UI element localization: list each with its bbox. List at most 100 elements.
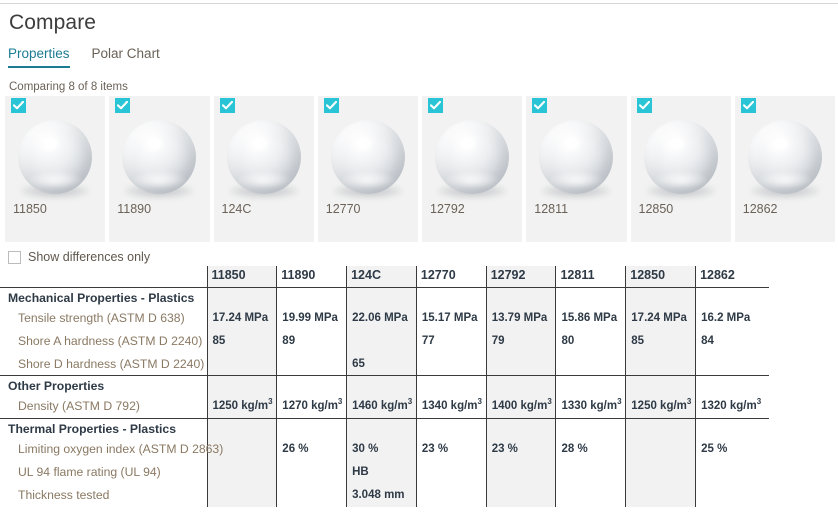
table-right-edge	[765, 330, 769, 353]
card-checkbox-checked[interactable]	[740, 98, 756, 113]
property-value	[625, 483, 696, 507]
group-spacer-cell	[206, 375, 277, 395]
group-spacer-cell	[415, 286, 487, 307]
checkmark-icon	[638, 101, 650, 110]
show-differences-only-checkbox[interactable]	[8, 251, 21, 264]
table-right-edge	[765, 417, 770, 438]
compare-card[interactable]: 11890	[109, 96, 210, 242]
compare-card[interactable]: 12862	[734, 96, 835, 242]
property-value	[415, 460, 487, 484]
compare-card[interactable]: 12792	[422, 96, 523, 242]
property-value	[276, 460, 347, 484]
group-spacer-cell	[276, 286, 347, 307]
compare-card[interactable]: 11850	[5, 96, 106, 242]
group-spacer-cell	[625, 417, 696, 438]
property-value: 1400 kg/m3	[485, 395, 556, 418]
property-value: 1320 kg/m3	[695, 395, 766, 418]
property-value	[485, 483, 556, 507]
property-value: 1340 kg/m3	[415, 395, 487, 418]
property-value: 19.99 MPa	[276, 306, 347, 330]
property-name: UL 94 flame rating (UL 94)	[18, 464, 161, 479]
property-name: Shore D hardness (ASTM D 2240)	[18, 356, 205, 371]
property-name: Limiting oxygen index (ASTM D 2863)	[18, 441, 224, 456]
group-spacer-cell	[276, 375, 347, 395]
property-value: 84	[695, 329, 766, 353]
property-value: 23 %	[485, 437, 556, 461]
material-sphere-image	[526, 112, 626, 202]
group-spacer-cell	[485, 286, 556, 307]
checkmark-icon	[13, 101, 24, 110]
table-right-edge	[765, 395, 769, 418]
card-checkbox-checked[interactable]	[115, 98, 131, 113]
card-checkbox-checked[interactable]	[532, 98, 548, 113]
unit-superscript: 3	[756, 397, 762, 407]
property-value	[485, 352, 556, 376]
group-spacer-cell	[555, 286, 626, 307]
group-spacer-cell	[415, 417, 487, 438]
group-spacer-cell	[625, 375, 696, 395]
sphere	[747, 120, 822, 194]
unit-superscript: 3	[268, 397, 273, 407]
material-sphere-image	[422, 112, 522, 202]
group-spacer-cell	[695, 375, 766, 395]
top-divider	[0, 3, 838, 4]
property-value: 1250 kg/m3	[206, 395, 277, 418]
group-spacer-cell	[555, 375, 626, 395]
property-column-header	[0, 266, 207, 287]
property-value	[695, 460, 766, 484]
card-checkbox-checked[interactable]	[219, 98, 235, 113]
table-row: Tensile strength (ASTM D 638) 17.24 MPa 19…	[0, 306, 769, 330]
property-value	[415, 483, 487, 507]
group-spacer-cell	[485, 375, 556, 395]
material-sphere-image	[5, 112, 105, 202]
group-spacer-cell	[276, 417, 347, 438]
card-checkbox-checked[interactable]	[636, 98, 652, 113]
group-spacer-cell	[625, 286, 696, 307]
table-row: Limiting oxygen index (ASTM D 2863) 26 % 3…	[0, 437, 769, 461]
property-group-row: Other Properties	[0, 375, 770, 395]
group-spacer-cell	[346, 286, 417, 307]
property-value: 16.2 MPa	[695, 306, 766, 330]
property-name: Tensile strength (ASTM D 638)	[18, 310, 185, 325]
card-checkbox-checked[interactable]	[323, 98, 339, 113]
compare-card[interactable]: 12770	[317, 96, 418, 242]
card-checkbox-checked[interactable]	[428, 98, 443, 113]
property-value	[206, 352, 277, 376]
card-label: 124C	[221, 202, 252, 216]
group-spacer-cell	[415, 375, 487, 395]
group-spacer-cell	[346, 417, 417, 438]
material-sphere-image	[631, 112, 731, 202]
property-value: 77	[415, 329, 487, 353]
show-differences-only-toggle[interactable]: Show differences only	[8, 250, 150, 265]
column-header: 12850	[625, 266, 696, 288]
column-header: 12811	[555, 266, 626, 288]
group-spacer-cell	[346, 375, 417, 395]
property-value: 1460 kg/m3	[346, 395, 417, 418]
compare-card[interactable]: 12850	[630, 96, 731, 242]
table-row: Shore A hardness (ASTM D 2240) 85 89 77 79 80…	[0, 329, 769, 353]
sphere	[122, 120, 197, 194]
property-group-row: Mechanical Properties - Plastics	[0, 286, 770, 307]
table-right-edge	[765, 375, 770, 395]
unit-superscript: 3	[477, 397, 482, 407]
property-value: 28 %	[555, 437, 626, 461]
property-value	[695, 483, 766, 507]
property-value: 1270 kg/m3	[276, 395, 347, 418]
property-value	[346, 329, 417, 353]
card-label: 12770	[325, 202, 361, 216]
property-value: 22.06 MPa	[346, 306, 417, 330]
compare-card[interactable]: 12811	[526, 96, 627, 242]
property-value: 15.86 MPa	[555, 306, 626, 330]
card-checkbox-checked[interactable]	[11, 98, 26, 113]
property-group-title: Thermal Properties - Plastics	[0, 417, 207, 438]
property-value	[206, 460, 277, 484]
table-right-edge	[765, 484, 769, 507]
tab-properties[interactable]: Properties	[8, 45, 70, 68]
sphere	[435, 120, 510, 194]
tab-polar-chart[interactable]: Polar Chart	[92, 45, 160, 68]
table-right-edge	[765, 286, 770, 307]
comparison-table-container[interactable]: 11850 11890 124C 12770 12792 12811 12850 12862 …	[0, 266, 838, 523]
property-value: 15.17 MPa	[415, 306, 487, 330]
column-header: 12862	[695, 266, 766, 288]
compare-card[interactable]: 124C	[213, 96, 314, 242]
